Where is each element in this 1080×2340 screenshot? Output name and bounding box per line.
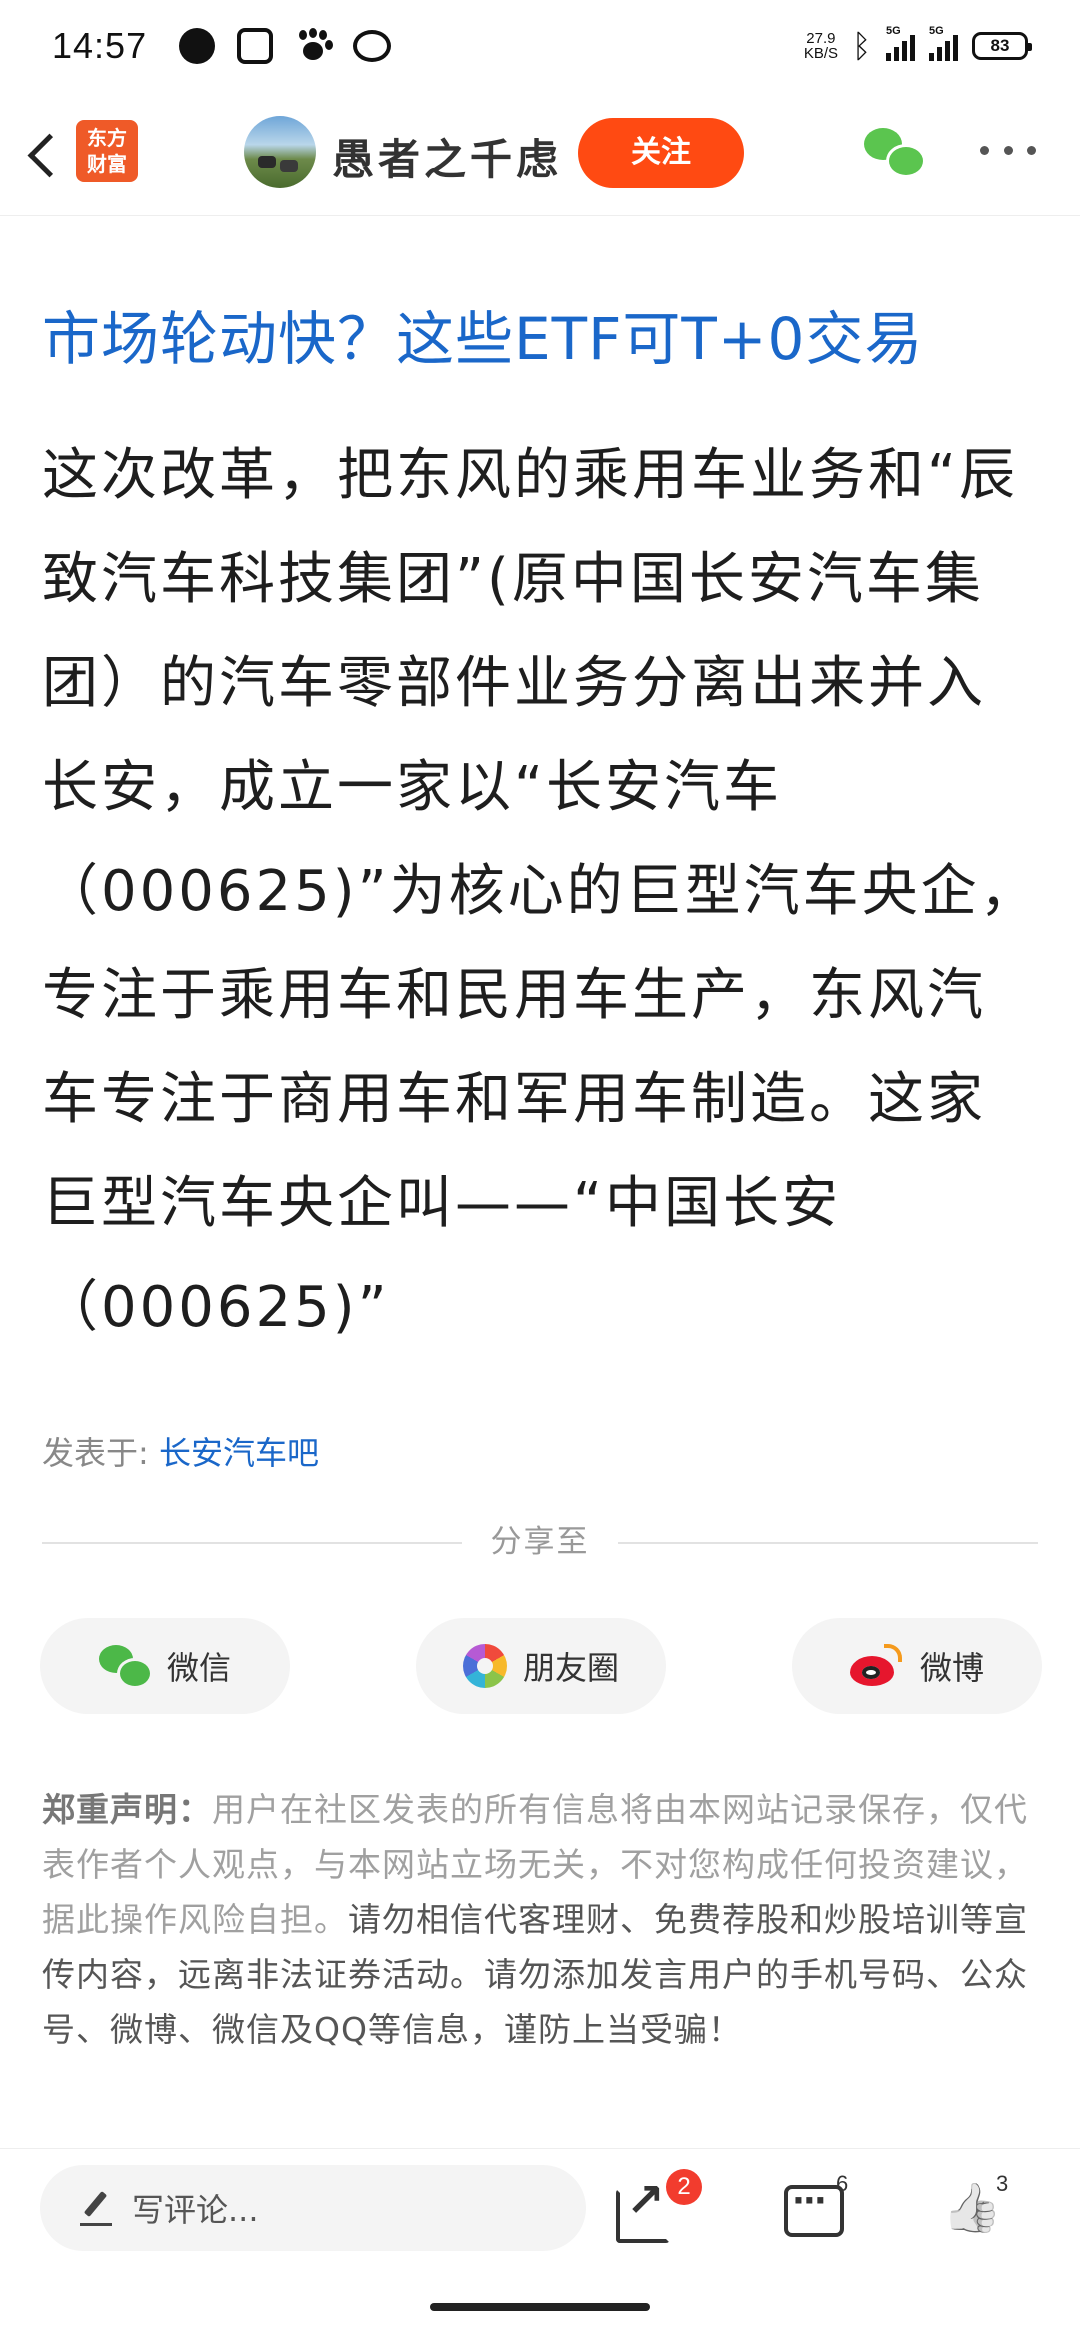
article-line: 车专注于商用车和军用车制造。这家 <box>42 1067 986 1132</box>
signal-5g-icon-2: 5G <box>929 25 958 61</box>
logo-line-2: 财富 <box>87 152 127 176</box>
bottom-action-bar: 写评论... 2 6 3 <box>0 2148 1080 2268</box>
eastmoney-logo[interactable]: 东方 财富 <box>76 120 138 182</box>
comment-input[interactable]: 写评论... <box>40 2165 586 2251</box>
disclaimer: 郑重声明：用户在社区发表的所有信息将由本网站记录保存，仅代表作者个人观点，与本网… <box>42 1782 1042 2057</box>
pen-icon <box>80 2190 112 2226</box>
comment-count: 6 <box>836 2171 849 2196</box>
article-line: （000625)”为核心的巨型汽车央企， <box>42 859 1039 924</box>
status-bar: 14:57 27.9 KB/S 5G 5G 83 <box>0 0 1080 92</box>
board-link[interactable]: 长安汽车吧 <box>159 1434 319 1472</box>
share-moments-button[interactable]: 朋友圈 <box>416 1618 666 1714</box>
network-speed: 27.9 KB/S <box>804 31 838 61</box>
share-moments-label: 朋友圈 <box>522 1649 619 1687</box>
share-weibo-label: 微博 <box>919 1649 984 1687</box>
moments-icon <box>462 1644 507 1688</box>
status-app-icons <box>179 28 392 64</box>
disclaimer-title: 郑重声明： <box>42 1790 212 1829</box>
share-weibo-button[interactable]: 微博 <box>792 1618 1042 1714</box>
article-line: 这次改革，把东风的乘用车业务和“辰 <box>42 443 1019 508</box>
follow-button[interactable]: 关注 <box>578 118 744 188</box>
status-indicators: 27.9 KB/S 5G 5G 83 <box>804 25 1032 62</box>
author-avatar[interactable] <box>244 116 316 188</box>
battery-level: 83 <box>990 36 1010 55</box>
like-count: 3 <box>996 2171 1009 2196</box>
share-divider: 分享至 <box>42 1522 1038 1562</box>
more-options-icon[interactable] <box>980 146 1036 160</box>
home-indicator[interactable] <box>430 2303 650 2311</box>
battery-icon: 83 <box>972 32 1032 60</box>
signal-label-2: 5G <box>929 25 944 37</box>
article-body: 这次改革，把东风的乘用车业务和“辰 致汽车科技集团”(原中国长安汽车集 团）的汽… <box>42 424 1042 1360</box>
weibo-icon <box>849 1644 904 1688</box>
signal-label-1: 5G <box>886 25 901 37</box>
share-to-label: 分享至 <box>490 1524 590 1560</box>
author-name[interactable]: 愚者之千虑 <box>332 126 562 187</box>
forward-count-badge: 2 <box>666 2169 702 2205</box>
status-time: 14:57 <box>52 25 148 66</box>
article-line: 巨型汽车央企叫——“中国长安 <box>42 1171 842 1236</box>
article-line: 致汽车科技集团”(原中国长安汽车集 <box>42 547 984 612</box>
article-line: 专注于乘用车和民用车生产，东风汽 <box>42 963 986 1028</box>
wechat-icon[interactable] <box>864 128 926 178</box>
article-line: 长安，成立一家以“长安汽车 <box>42 755 783 820</box>
bluetooth-icon <box>852 30 872 62</box>
notification-app-icon <box>237 28 274 64</box>
network-speed-value: 27.9 <box>806 30 836 47</box>
wechat-icon <box>98 1645 153 1689</box>
share-wechat-button[interactable]: 微信 <box>40 1618 290 1714</box>
etf-promo-link[interactable]: 市场轮动快？这些ETF可T+0交易 <box>42 292 923 376</box>
article-line: 团）的汽车零部件业务分离出来并入 <box>42 651 986 716</box>
back-arrow-icon[interactable] <box>20 120 72 188</box>
post-header: 东方 财富 愚者之千虑 关注 <box>0 92 1080 216</box>
comment-icon[interactable] <box>780 2179 844 2243</box>
message-app-icon <box>179 28 216 64</box>
signal-5g-icon-1: 5G <box>886 25 915 61</box>
network-speed-unit: KB/S <box>803 45 838 62</box>
posted-in-label: 发表于: <box>42 1434 149 1472</box>
baidu-paw-icon <box>295 28 331 64</box>
weibo-status-icon <box>353 30 392 62</box>
comment-placeholder: 写评论... <box>132 2191 259 2229</box>
logo-line-1: 东方 <box>87 126 127 150</box>
posted-in: 发表于: 长安汽车吧 <box>42 1428 319 1474</box>
share-wechat-label: 微信 <box>166 1649 231 1687</box>
article-line: （000625)” <box>42 1275 390 1340</box>
